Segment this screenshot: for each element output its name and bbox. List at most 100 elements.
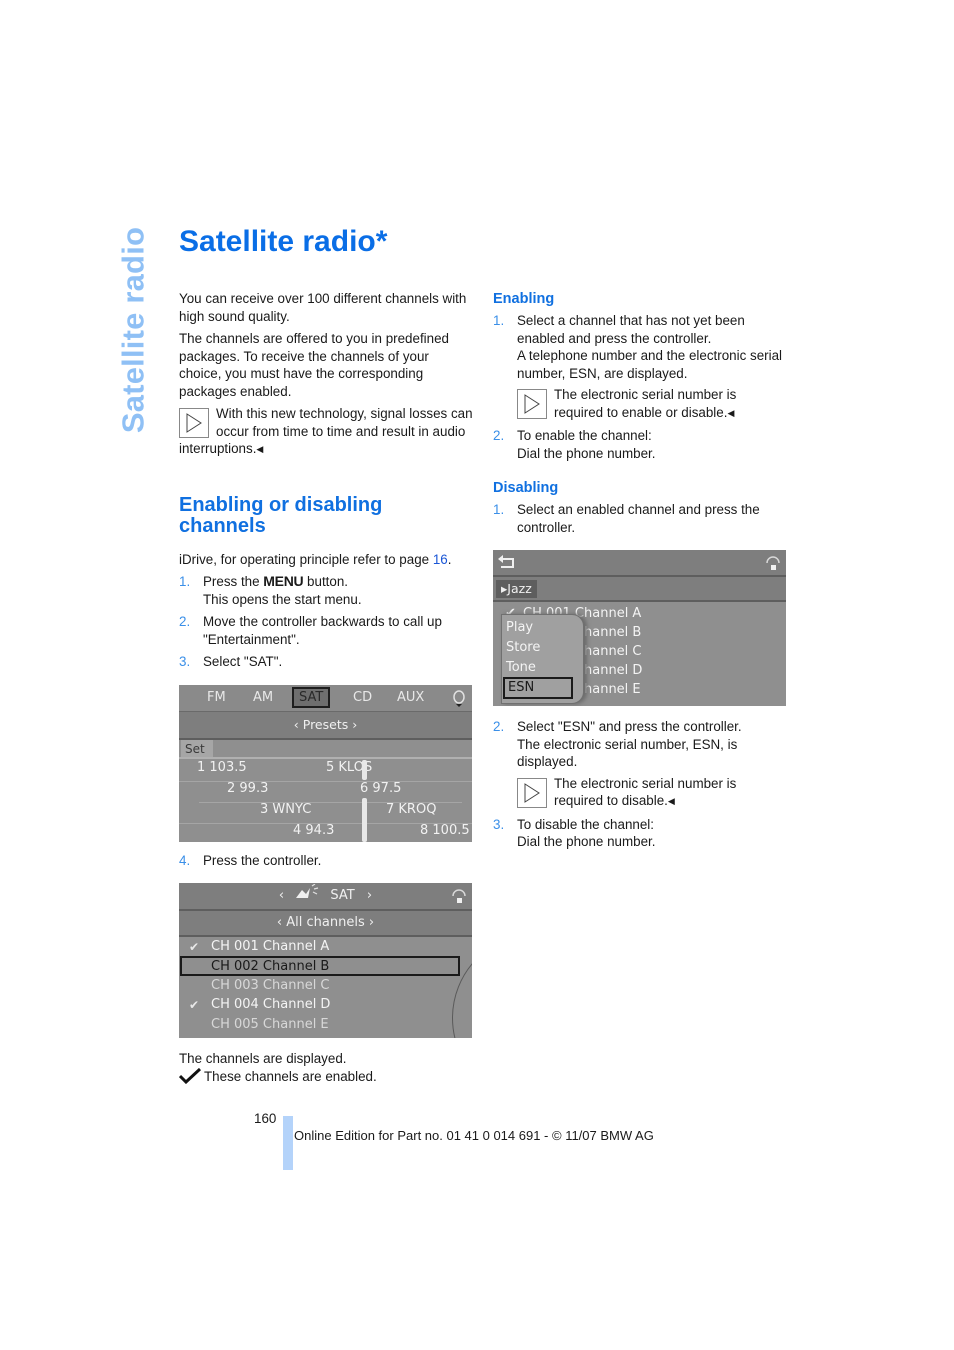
menu-item-play[interactable]: Play: [506, 619, 533, 637]
tab-sat[interactable]: SAT: [292, 686, 331, 708]
channel-item[interactable]: CH 004 Channel D: [211, 996, 330, 1014]
menu-item-tone[interactable]: Tone: [506, 659, 536, 677]
enabling-step-2: 2. To enable the channel: Dial the phone…: [493, 427, 788, 462]
tab-aux[interactable]: AUX: [397, 689, 424, 707]
tab-cd[interactable]: CD: [353, 689, 372, 707]
tab-am[interactable]: AM: [253, 689, 273, 707]
note-signal-loss: With this new technology, signal losses …: [179, 405, 474, 459]
preset-item[interactable]: 2 99.3: [227, 780, 268, 798]
enabling-heading: Enabling: [493, 291, 555, 307]
channel-item[interactable]: hannel C: [584, 643, 642, 661]
step-text: Select "ESN" and press the controller.: [517, 719, 742, 734]
period: .: [447, 551, 452, 567]
step-number: 1.: [493, 313, 505, 328]
end-mark-icon: ◀: [667, 796, 675, 806]
next-arrow-icon[interactable]: ›: [367, 888, 372, 903]
right-column: Enabling 1. Select a channel that has no…: [493, 290, 788, 856]
preset-item[interactable]: 6 97.5: [360, 780, 401, 798]
step-number: 1.: [179, 574, 191, 589]
side-tab-label: Satellite radio: [113, 227, 153, 433]
step-text: Select an enabled channel and press the …: [517, 502, 760, 535]
step-text: Select a channel that has not yet been e…: [517, 313, 745, 346]
step-number: 3.: [179, 654, 191, 669]
idrive-reference: iDrive, for operating principle refer to…: [179, 551, 474, 569]
step-detail: This opens the start menu.: [203, 591, 362, 607]
disabling-step-3: 3. To disable the channel: Dial the phon…: [493, 816, 788, 851]
disabling-steps: 1. Select an enabled channel and press t…: [493, 501, 788, 536]
section-heading: Enabling or disabling channels: [179, 493, 383, 537]
menu-header: [493, 550, 786, 577]
enabled-check-icon: ✔: [189, 940, 200, 954]
disabling-steps-continued: 2. Select "ESN" and press the controller…: [493, 718, 788, 851]
screenshot-sat-presets: FM AM SAT CD AUX ‹ Presets › Set 1 103.5…: [179, 684, 472, 842]
preset-item[interactable]: 4 94.3: [293, 822, 334, 840]
legend-text: These channels are enabled.: [204, 1068, 377, 1084]
channels-displayed-text: The channels are displayed.: [179, 1051, 347, 1066]
step-detail: Dial the phone number.: [517, 445, 656, 461]
tuner-slider[interactable]: [362, 759, 367, 780]
channel-item[interactable]: CH 003 Channel C: [211, 977, 330, 995]
controller-icon: [450, 688, 468, 708]
step-detail: Dial the phone number.: [517, 834, 656, 849]
channel-item[interactable]: hannel B: [584, 624, 641, 642]
presets-submenu[interactable]: ‹ Presets ›: [179, 711, 472, 740]
channel-item[interactable]: hannel D: [584, 662, 642, 680]
footer-text: Online Edition for Part no. 01 41 0 014 …: [294, 1128, 654, 1143]
enabling-steps: 1. Select a channel that has not yet bee…: [493, 312, 788, 462]
disabling-step-1: 1. Select an enabled channel and press t…: [493, 501, 788, 536]
step-3: 3. Select "SAT".: [179, 653, 474, 671]
channel-item[interactable]: CH 005 Channel E: [211, 1016, 329, 1034]
preset-item[interactable]: 8 100.5: [420, 822, 470, 840]
category-label: Jazz: [507, 581, 532, 596]
step-number: 1.: [493, 502, 505, 517]
channel-item-selected[interactable]: CH 002 Channel B: [211, 958, 329, 976]
page-link[interactable]: 16: [433, 552, 448, 567]
note-text: With this new technology, signal losses …: [179, 406, 473, 456]
preset-item[interactable]: 7 KROQ: [386, 801, 436, 819]
controller-icon: [450, 887, 468, 907]
context-menu: Play Store Tone ESN: [501, 614, 584, 704]
step-number: 2.: [493, 428, 505, 443]
controller-icon: [764, 554, 782, 574]
step-text: button.: [303, 574, 348, 589]
left-column: You can receive over 100 different chann…: [179, 290, 474, 1085]
tuner-slider-track: [362, 797, 367, 842]
channel-item[interactable]: CH 001 Channel A: [211, 938, 329, 956]
sat-title: SAT: [330, 888, 355, 903]
intro-paragraph-1: You can receive over 100 different chann…: [179, 291, 467, 324]
screenshot-channel-list: ‹ SAT › ‹ All channels › ✔ CH 001 Channe…: [179, 883, 472, 1038]
submenu-label: All channels: [286, 915, 365, 930]
page-number: 160: [254, 1111, 277, 1126]
preset-item[interactable]: 1 103.5: [197, 759, 247, 777]
step-number: 4.: [179, 852, 191, 868]
note-esn-enable: The electronic serial number is required…: [517, 386, 788, 422]
step-number: 2.: [179, 614, 191, 629]
note-play-icon: [517, 389, 547, 419]
sat-header: ‹ SAT ›: [179, 883, 472, 911]
step-1: 1. Press the MENU button. This opens the…: [179, 573, 474, 608]
end-mark-icon: ◀: [256, 444, 264, 454]
intro-paragraph-2: The channels are offered to you in prede…: [179, 331, 449, 399]
menu-item-esn[interactable]: ESN: [503, 677, 573, 699]
step-2: 2. Move the controller backwards to call…: [179, 613, 474, 648]
menu-button-icon: MENU: [263, 573, 304, 589]
step-detail: A telephone number and the electronic se…: [517, 348, 783, 381]
channel-item[interactable]: hannel E: [584, 681, 641, 699]
category-jazz[interactable]: ▸Jazz: [496, 580, 537, 598]
prev-arrow-icon[interactable]: ‹: [279, 888, 284, 903]
channels-submenu[interactable]: ‹ All channels ›: [179, 911, 472, 937]
note-play-icon: [517, 777, 547, 808]
step-text: To disable the channel:: [517, 816, 654, 832]
menu-item-store[interactable]: Store: [506, 639, 540, 657]
preset-item[interactable]: 3 WNYC: [260, 801, 311, 819]
note-play-icon: [179, 408, 209, 438]
step-text: Move the controller backwards to call up…: [203, 614, 442, 647]
checkmark-icon: [179, 1068, 201, 1085]
tab-fm[interactable]: FM: [207, 689, 226, 707]
end-mark-icon: ◀: [727, 407, 735, 418]
enabling-step-1: 1. Select a channel that has not yet bee…: [493, 312, 788, 422]
set-tab[interactable]: Set: [181, 739, 213, 758]
step-text: Press the controller.: [203, 852, 322, 868]
back-icon[interactable]: [497, 554, 517, 570]
source-tabs: FM AM SAT CD AUX: [179, 684, 472, 712]
